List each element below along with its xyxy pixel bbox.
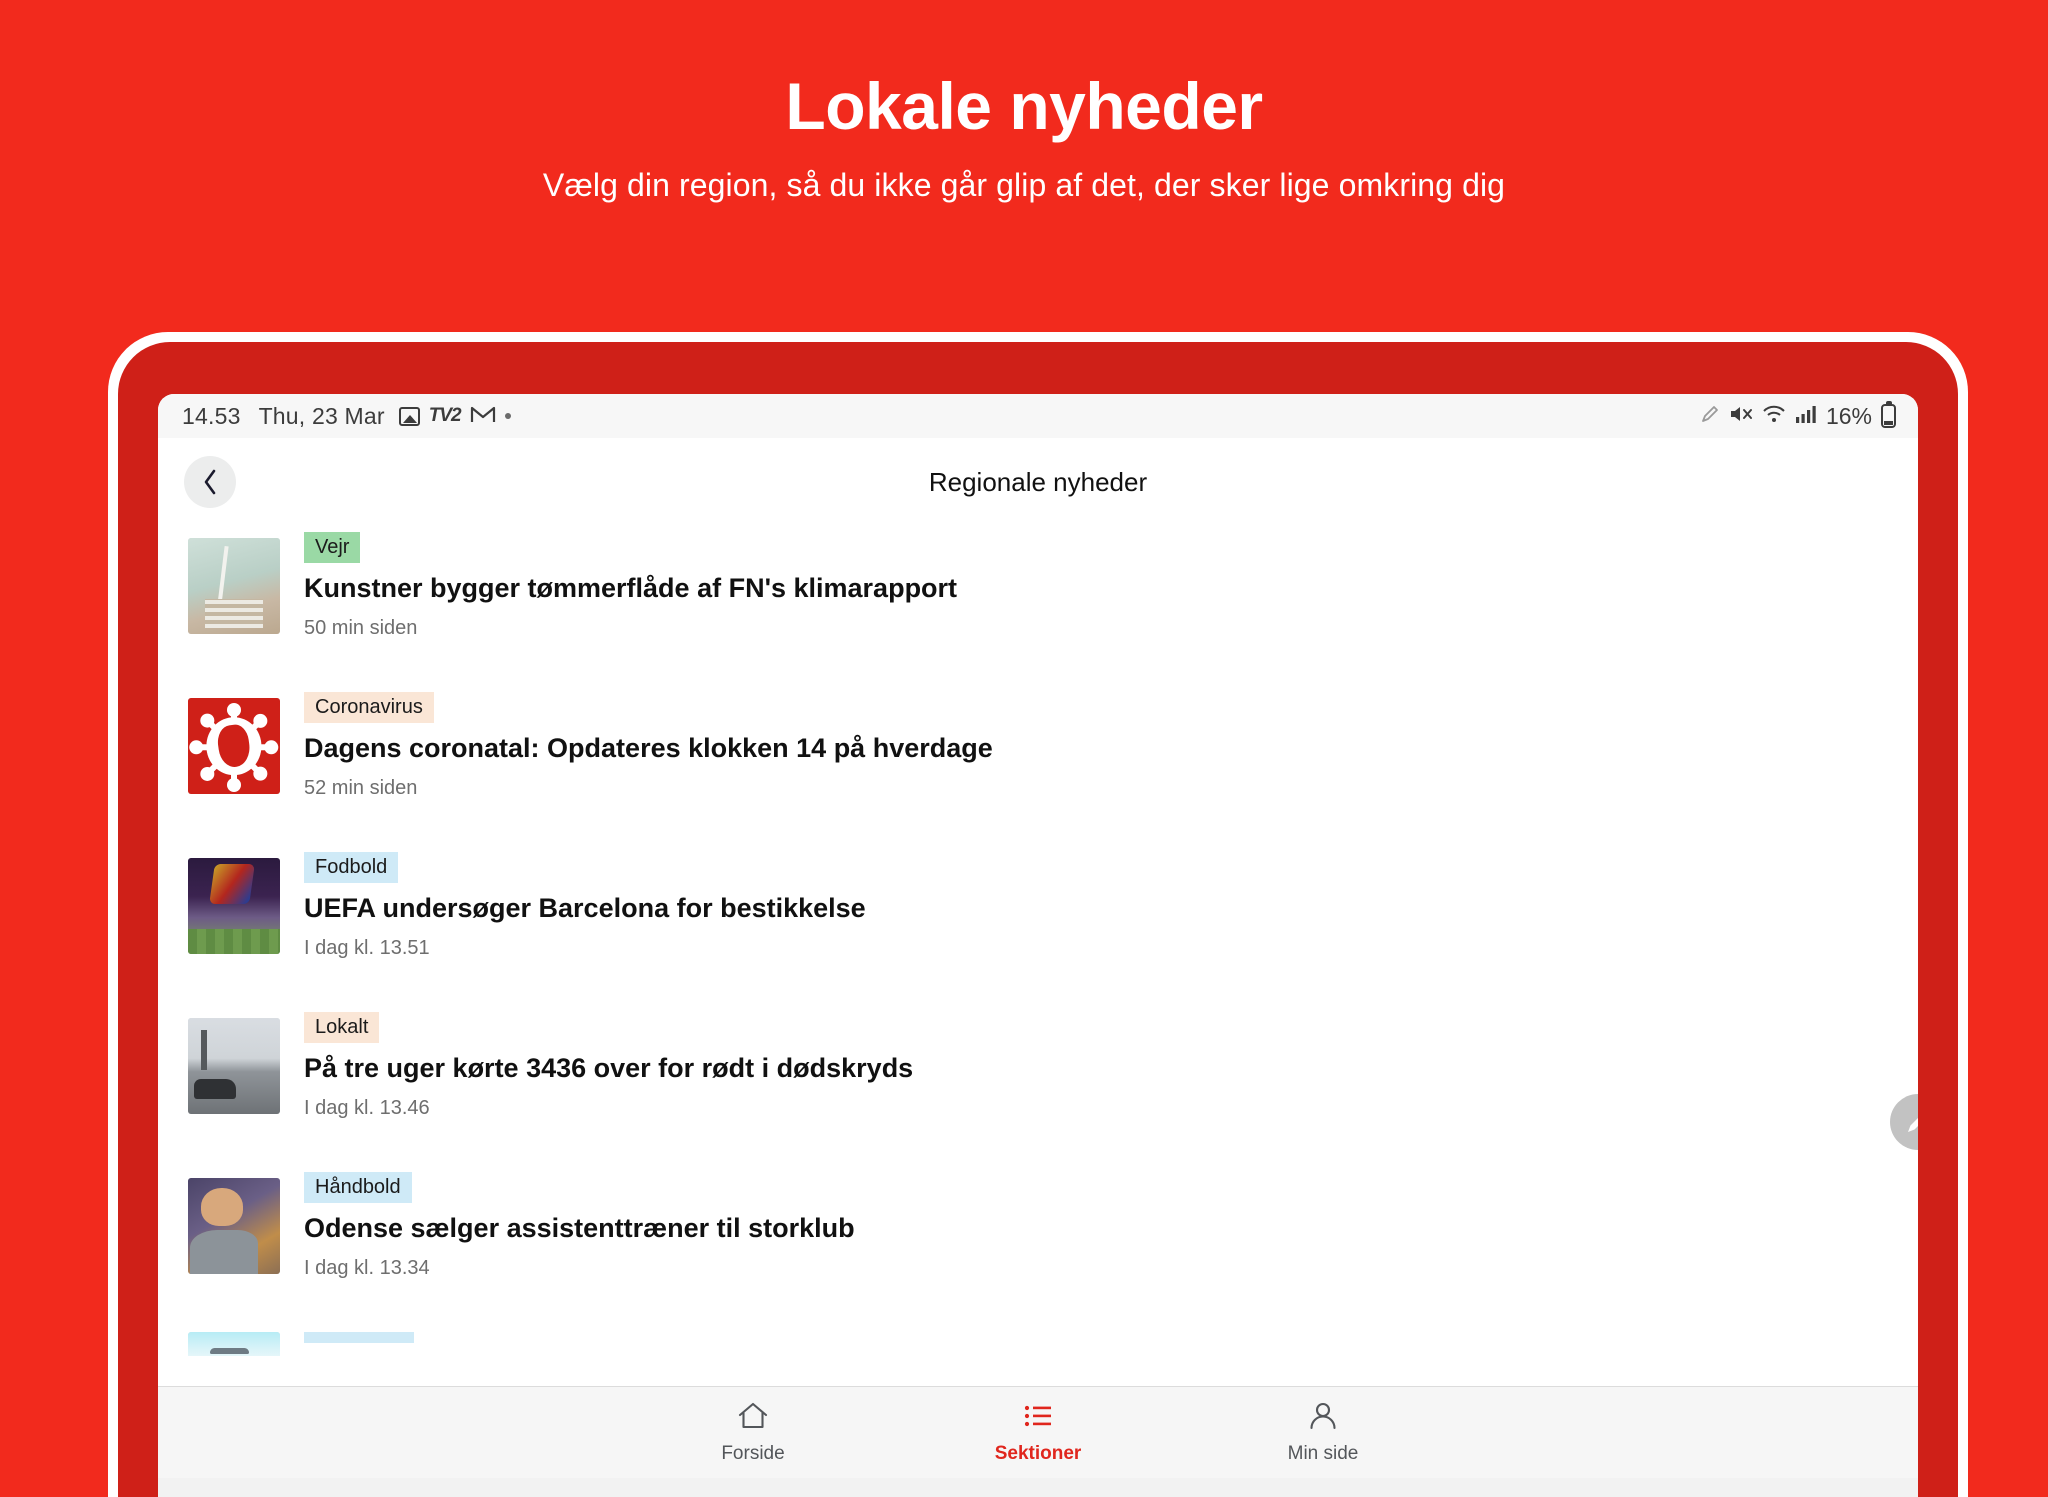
tab-forside[interactable]: Forside: [678, 1401, 828, 1465]
wifi-icon: [1762, 403, 1786, 430]
tab-sektioner[interactable]: Sektioner: [963, 1401, 1113, 1465]
category-badge[interactable]: [304, 1332, 414, 1343]
article-headline[interactable]: Kunstner bygger tømmerflåde af FN's klim…: [304, 572, 1888, 606]
promo-header: Lokale nyheder Vælg din region, så du ik…: [0, 0, 2048, 330]
article-timestamp: I dag kl. 13.46: [304, 1096, 430, 1119]
tab-label: Forside: [721, 1442, 785, 1464]
list-icon: [1021, 1401, 1055, 1436]
app-header: Regionale nyheder: [158, 438, 1918, 526]
article-headline[interactable]: Odense sælger assistenttræner til storkl…: [304, 1212, 1888, 1246]
article-list[interactable]: Vejr Kunstner bygger tømmerflåde af FN's…: [158, 526, 1918, 1386]
page-title: Lokale nyheder: [785, 69, 1263, 143]
article-headline[interactable]: På tre uger kørte 3436 over for rødt i d…: [304, 1052, 1888, 1086]
article-row[interactable]: Håndbold Odense sælger assistenttræner t…: [158, 1166, 1918, 1326]
mute-icon: [1729, 403, 1753, 430]
pencil-icon: [1908, 1118, 1918, 1132]
category-badge[interactable]: Vejr: [304, 532, 361, 563]
tv2-icon: TV2: [428, 405, 462, 426]
page-subtitle: Vælg din region, så du ikke går glip af …: [542, 167, 1506, 204]
android-taskbar: [158, 1478, 1918, 1497]
article-row[interactable]: Vejr Kunstner bygger tømmerflåde af FN's…: [158, 526, 1918, 686]
article-thumbnail: [188, 1178, 280, 1274]
article-timestamp: 52 min siden: [304, 776, 418, 799]
article-thumbnail: [188, 1332, 280, 1356]
article-headline[interactable]: UEFA undersøger Barcelona for bestikkels…: [304, 892, 1888, 926]
pencil-icon: [1700, 403, 1720, 430]
category-badge[interactable]: Fodbold: [304, 852, 399, 883]
article-timestamp: I dag kl. 13.51: [304, 936, 430, 959]
tab-label: Sektioner: [994, 1442, 1082, 1464]
tablet-screen: 14.53 Thu, 23 Mar TV2 16% Regionale nyhe…: [158, 394, 1918, 1497]
tab-min-side[interactable]: Min side: [1248, 1401, 1398, 1465]
status-date: Thu, 23 Mar: [258, 402, 385, 429]
article-thumbnail: [188, 538, 280, 634]
tablet-bezel: 14.53 Thu, 23 Mar TV2 16% Regionale nyhe…: [118, 342, 1958, 1497]
battery-percent: 16%: [1825, 402, 1872, 429]
dot-icon: [504, 413, 511, 419]
article-thumbnail: [188, 1018, 280, 1114]
article-timestamp: 50 min siden: [304, 616, 418, 639]
article-row[interactable]: Coronavirus Dagens coronatal: Opdateres …: [158, 686, 1918, 846]
status-bar: 14.53 Thu, 23 Mar TV2 16%: [158, 394, 1918, 438]
article-row-partial[interactable]: [158, 1326, 1918, 1356]
category-badge[interactable]: Coronavirus: [304, 692, 434, 723]
article-headline[interactable]: Dagens coronatal: Opdateres klokken 14 p…: [304, 732, 1888, 766]
tab-label: Min side: [1287, 1442, 1359, 1464]
article-timestamp: I dag kl. 13.34: [304, 1256, 430, 1279]
gmail-icon: [470, 404, 496, 429]
article-thumbnail: [188, 858, 280, 954]
bottom-tab-bar: Forside Sektioner Min side: [158, 1386, 1918, 1478]
battery-icon: [1881, 401, 1896, 428]
article-row[interactable]: Fodbold UEFA undersøger Barcelona for be…: [158, 846, 1918, 1006]
article-row[interactable]: Lokalt På tre uger kørte 3436 over for r…: [158, 1006, 1918, 1166]
back-button[interactable]: [184, 456, 236, 508]
chevron-left-icon: [204, 469, 216, 495]
category-badge[interactable]: Lokalt: [304, 1012, 380, 1043]
person-icon: [1306, 1401, 1340, 1436]
image-icon: [398, 406, 420, 426]
signal-icon: [1795, 403, 1817, 430]
tablet-device-frame: 14.53 Thu, 23 Mar TV2 16% Regionale nyhe…: [108, 332, 1968, 1497]
home-icon: [736, 1401, 770, 1436]
article-thumbnail: [188, 698, 280, 794]
category-badge[interactable]: Håndbold: [304, 1172, 412, 1203]
app-title: Regionale nyheder: [928, 466, 1148, 497]
status-time: 14.53: [182, 402, 241, 429]
